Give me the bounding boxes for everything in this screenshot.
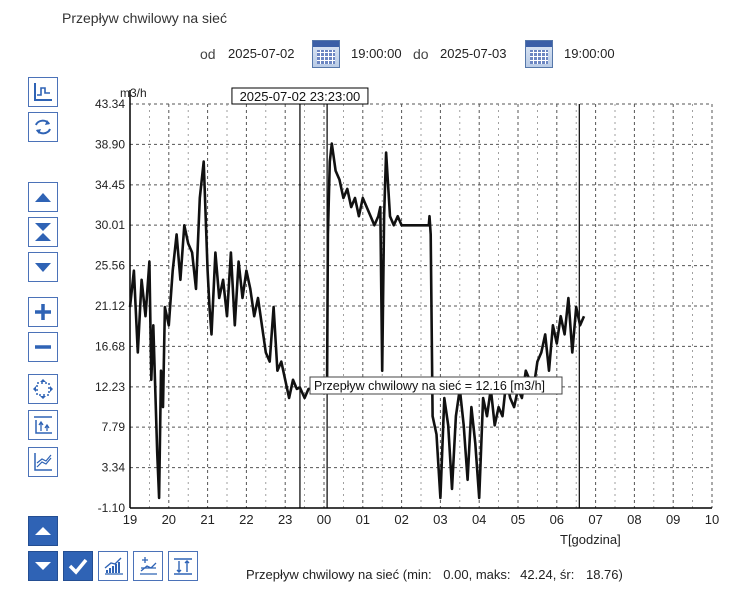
- x-axis-label: T[godzina]: [560, 532, 621, 547]
- x-tick-label: 10: [705, 512, 719, 527]
- flow-chart[interactable]: 43.3438.9034.4530.0125.5621.1216.6812.23…: [0, 0, 732, 591]
- x-tick-label: 03: [433, 512, 447, 527]
- x-tick-label: 08: [627, 512, 641, 527]
- x-tick-label: 07: [588, 512, 602, 527]
- summary-stats: Przepływ chwilowy na sieć (min: 0.00, ma…: [246, 567, 623, 582]
- summary-max-label: , maks:: [468, 567, 511, 582]
- x-tick-label: 04: [472, 512, 486, 527]
- y-tick-label: 25.56: [95, 259, 125, 273]
- summary-min: 0.00: [443, 567, 469, 582]
- x-tick-label: 05: [511, 512, 525, 527]
- y-tick-label: 38.90: [95, 137, 125, 151]
- y-axis-label: m3/h: [120, 86, 147, 100]
- x-tick-label: 19: [123, 512, 137, 527]
- y-tick-label: 12.23: [95, 380, 125, 394]
- x-tick-label: 02: [394, 512, 408, 527]
- x-tick-label: 00: [317, 512, 331, 527]
- summary-avg-label: , śr:: [552, 567, 575, 582]
- x-tick-label: 20: [162, 512, 176, 527]
- x-tick-label: 21: [200, 512, 214, 527]
- y-tick-label: 3.34: [102, 461, 126, 475]
- y-tick-label: 21.12: [95, 299, 125, 313]
- summary-label: Przepływ chwilowy na sieć (min:: [246, 567, 432, 582]
- y-tick-label: -1.10: [98, 501, 126, 515]
- summary-close: ): [618, 567, 623, 582]
- summary-max: 42.24: [520, 567, 553, 582]
- y-tick-label: 34.45: [95, 178, 125, 192]
- y-tick-label: 30.01: [95, 218, 125, 232]
- x-tick-label: 01: [356, 512, 370, 527]
- x-tick-label: 23: [278, 512, 292, 527]
- x-tick-label: 09: [666, 512, 680, 527]
- y-tick-label: 7.79: [102, 420, 126, 434]
- y-tick-label: 16.68: [95, 339, 125, 353]
- x-tick-label: 06: [550, 512, 564, 527]
- summary-avg: 18.76: [585, 567, 619, 582]
- cursor-label: 2025-07-02 23:23:00: [240, 89, 361, 104]
- tooltip-text: Przepływ chwilowy na sieć = 12.16 [m3/h]: [314, 379, 545, 393]
- x-tick-label: 22: [239, 512, 253, 527]
